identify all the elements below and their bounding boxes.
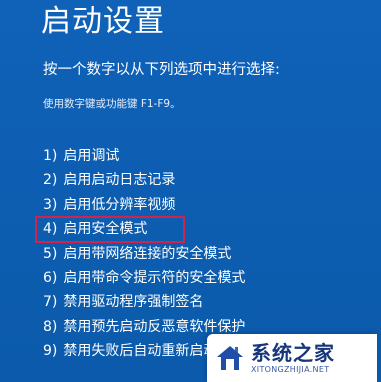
- option-number: 2): [43, 172, 58, 189]
- option-label: 启用带命令提示符的安全模式: [63, 269, 246, 286]
- option-enable-safe-mode-networking[interactable]: 5) 启用带网络连接的安全模式: [43, 242, 245, 266]
- option-number: 7): [43, 294, 58, 311]
- option-enable-low-resolution-video[interactable]: 3) 启用低分辨率视频: [43, 193, 245, 217]
- startup-options-list: 1) 启用调试 2) 启用启动日志记录 3) 启用低分辨率视频 4) 启用安全模式 5)…: [43, 144, 245, 364]
- option-number: 9): [43, 343, 58, 360]
- option-label: 启用启动日志记录: [63, 172, 176, 189]
- option-number: 3): [43, 196, 58, 213]
- option-number: 1): [43, 148, 58, 164]
- option-enable-debugging[interactable]: 1) 启用调试: [43, 144, 245, 168]
- option-enable-safe-mode-command-prompt[interactable]: 6) 启用带命令提示符的安全模式: [43, 266, 245, 290]
- watermark-url: XITONGZHIJIA.NET: [251, 364, 330, 374]
- option-label: 禁用驱动程序强制签名: [63, 294, 204, 311]
- instruction-text: 按一个数字以从下列选项中进行选择:: [43, 62, 280, 78]
- option-label: 禁用预先启动反恶意软件保护: [63, 318, 246, 335]
- option-disable-driver-signature-enforcement[interactable]: 7) 禁用驱动程序强制签名: [43, 290, 245, 314]
- watermark-name: 系统之家: [251, 340, 335, 365]
- option-label: 启用调试: [63, 148, 120, 164]
- option-number: 5): [43, 245, 58, 262]
- option-number: 6): [43, 269, 58, 286]
- option-label: 禁用失败后自动重新启动: [63, 343, 218, 360]
- option-label: 启用带网络连接的安全模式: [63, 245, 232, 262]
- option-label: 启用低分辨率视频: [63, 196, 176, 213]
- option-number: 8): [43, 318, 58, 335]
- startup-settings-screen: 启动设置 按一个数字以从下列选项中进行选择: 使用数字键或功能键 F1-F9。 …: [0, 0, 381, 382]
- site-watermark: 系统之家 XITONGZHIJIA.NET: [207, 334, 377, 382]
- house-logo-icon: [217, 346, 243, 370]
- highlight-frame: [35, 216, 185, 243]
- page-title: 启动设置: [41, 4, 165, 39]
- option-enable-boot-logging[interactable]: 2) 启用启动日志记录: [43, 168, 245, 192]
- hint-text: 使用数字键或功能键 F1-F9。: [43, 98, 181, 110]
